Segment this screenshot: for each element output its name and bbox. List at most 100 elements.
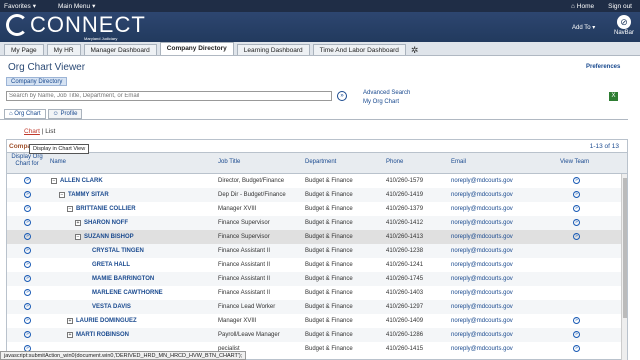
table-row[interactable]: » + MARTI ROBINSON Payroll/Leave Manager Bud…	[7, 328, 627, 342]
table-row[interactable]: » − ALLEN CLARK Director, Budget/Finance Bud…	[7, 174, 627, 188]
vertical-scrollbar[interactable]	[621, 174, 627, 360]
tab-org-chart[interactable]: ⌂ Org Chart	[4, 109, 46, 119]
home-link[interactable]: ⌂ Home	[571, 3, 594, 10]
email-link[interactable]: noreply@mdcourts.gov	[451, 188, 513, 202]
search-go-icon[interactable]: »	[337, 91, 347, 101]
table-row[interactable]: » − SUZANN BISHOP Finance Supervisor Budget …	[7, 230, 627, 244]
favorites-menu[interactable]: Favorites ▾	[4, 2, 36, 11]
view-team-icon[interactable]: »	[573, 233, 580, 240]
employee-name[interactable]: ALLEN CLARK	[60, 174, 103, 188]
email-link[interactable]: noreply@mdcourts.gov	[451, 230, 513, 244]
search-input[interactable]	[6, 91, 332, 101]
tab-manager-dashboard[interactable]: Manager Dashboard	[83, 44, 157, 55]
employee-name[interactable]: LAURIE DOMINGUEZ	[76, 314, 137, 328]
email-link[interactable]: noreply@mdcourts.gov	[451, 314, 513, 328]
display-org-chart-icon[interactable]: »	[24, 177, 31, 184]
my-org-chart-link[interactable]: My Org Chart	[363, 98, 410, 107]
col-display[interactable]: Display Org Chart for	[9, 154, 45, 168]
tab-company-directory[interactable]: Company Directory	[159, 42, 234, 55]
tab-learning-dashboard[interactable]: Learning Dashboard	[236, 44, 310, 55]
display-org-chart-icon[interactable]: »	[24, 247, 31, 254]
scroll-thumb[interactable]	[622, 178, 627, 318]
display-org-chart-icon[interactable]: »	[24, 261, 31, 268]
employee-name[interactable]: GRETA HALL	[92, 258, 130, 272]
expand-icon[interactable]: +	[75, 220, 81, 226]
col-dept[interactable]: Department	[305, 159, 336, 166]
view-team-icon[interactable]: »	[573, 317, 580, 324]
tab-my-page[interactable]: My Page	[4, 44, 44, 55]
table-row[interactable]: » + LAURIE DOMINGUEZ Manager XVIII Budget & …	[7, 314, 627, 328]
employee-name[interactable]: TAMMY SITAR	[68, 188, 109, 202]
employee-name[interactable]: SHARON NOFF	[84, 216, 128, 230]
col-view-team[interactable]: View Team	[560, 159, 589, 166]
job-title: Director, Budget/Finance	[218, 178, 285, 184]
email-link[interactable]: noreply@mdcourts.gov	[451, 286, 513, 300]
display-org-chart-icon[interactable]: »	[24, 233, 31, 240]
gear-icon[interactable]: ✲	[411, 45, 421, 55]
tab-my-hr[interactable]: My HR	[46, 44, 81, 55]
company-directory-button[interactable]: Company Directory	[6, 77, 68, 86]
table-row[interactable]: » + SHARON NOFF Finance Supervisor Budget & …	[7, 216, 627, 230]
col-email[interactable]: Email	[451, 159, 466, 166]
collapse-icon[interactable]: −	[67, 206, 73, 212]
chart-view-link[interactable]: Chart	[24, 128, 40, 135]
display-org-chart-icon[interactable]: »	[24, 219, 31, 226]
email-link[interactable]: noreply@mdcourts.gov	[451, 244, 513, 258]
email-link[interactable]: noreply@mdcourts.gov	[451, 272, 513, 286]
view-team-icon[interactable]: »	[573, 331, 580, 338]
email-link[interactable]: noreply@mdcourts.gov	[451, 216, 513, 230]
employee-name[interactable]: SUZANN BISHOP	[84, 230, 134, 244]
col-phone[interactable]: Phone	[386, 159, 403, 166]
email-link[interactable]: noreply@mdcourts.gov	[451, 258, 513, 272]
preferences-link[interactable]: Preferences	[586, 64, 620, 70]
employee-name[interactable]: MAMIE BARRINGTON	[92, 272, 154, 286]
home-icon: ⌂	[571, 2, 575, 10]
display-org-chart-icon[interactable]: »	[24, 191, 31, 198]
employee-name[interactable]: MARTI ROBINSON	[76, 328, 129, 342]
view-team-icon[interactable]: »	[573, 345, 580, 352]
employee-name[interactable]: VESTA DAVIS	[92, 300, 131, 314]
advanced-search-link[interactable]: Advanced Search	[363, 89, 410, 98]
email-link[interactable]: noreply@mdcourts.gov	[451, 174, 513, 188]
view-team-icon[interactable]: »	[573, 177, 580, 184]
table-row[interactable]: » GRETA HALL Finance Assistant II Budget & …	[7, 258, 627, 272]
expand-icon[interactable]: +	[67, 318, 73, 324]
employee-name[interactable]: CRYSTAL TINGEN	[92, 244, 144, 258]
display-org-chart-icon[interactable]: »	[24, 205, 31, 212]
expand-icon[interactable]: +	[67, 332, 73, 338]
collapse-icon[interactable]: −	[75, 234, 81, 240]
excel-export-icon[interactable]: X	[609, 92, 618, 101]
view-team-icon[interactable]: »	[573, 219, 580, 226]
col-job[interactable]: Job Title	[218, 159, 240, 166]
table-row[interactable]: » MARLENE CAWTHORNE Finance Assistant II Bu…	[7, 286, 627, 300]
tab-time-labor-dashboard[interactable]: Time And Labor Dashboard	[312, 44, 406, 55]
display-org-chart-icon[interactable]: »	[24, 289, 31, 296]
col-name[interactable]: Name	[50, 159, 66, 166]
email-link[interactable]: noreply@mdcourts.gov	[451, 202, 513, 216]
display-org-chart-icon[interactable]: »	[24, 331, 31, 338]
collapse-icon[interactable]: −	[51, 178, 57, 184]
navbar-button[interactable]: ⊘ NavBar	[612, 15, 636, 36]
display-org-chart-icon[interactable]: »	[24, 275, 31, 282]
table-row[interactable]: » VESTA DAVIS Finance Lead Worker Budget & …	[7, 300, 627, 314]
employee-name[interactable]: MARLENE CAWTHORNE	[92, 286, 163, 300]
table-row[interactable]: » − TAMMY SITAR Dep Dir - Budget/Finance Bud…	[7, 188, 627, 202]
tab-profile[interactable]: ☺ Profile	[47, 109, 83, 119]
table-row[interactable]: » − BRITTANIE COLLIER Manager XVIII Budget &…	[7, 202, 627, 216]
display-org-chart-icon[interactable]: »	[24, 303, 31, 310]
table-row[interactable]: » CRYSTAL TINGEN Finance Assistant II Budge…	[7, 244, 627, 258]
email-link[interactable]: noreply@mdcourts.gov	[451, 342, 513, 356]
view-team-icon[interactable]: »	[573, 191, 580, 198]
collapse-icon[interactable]: −	[59, 192, 65, 198]
email-link[interactable]: noreply@mdcourts.gov	[451, 300, 513, 314]
view-team-icon[interactable]: »	[573, 205, 580, 212]
main-menu[interactable]: Main Menu ▾	[58, 2, 95, 11]
email-link[interactable]: noreply@mdcourts.gov	[451, 328, 513, 342]
add-to-menu[interactable]: Add To ▾	[572, 24, 595, 31]
table-row[interactable]: » MAMIE BARRINGTON Finance Assistant II Bud…	[7, 272, 627, 286]
signout-link[interactable]: Sign out	[608, 3, 632, 10]
phone-number: 410/260-1403	[386, 290, 424, 296]
display-org-chart-icon[interactable]: »	[24, 317, 31, 324]
list-view-label[interactable]: List	[45, 128, 55, 135]
employee-name[interactable]: BRITTANIE COLLIER	[76, 202, 136, 216]
